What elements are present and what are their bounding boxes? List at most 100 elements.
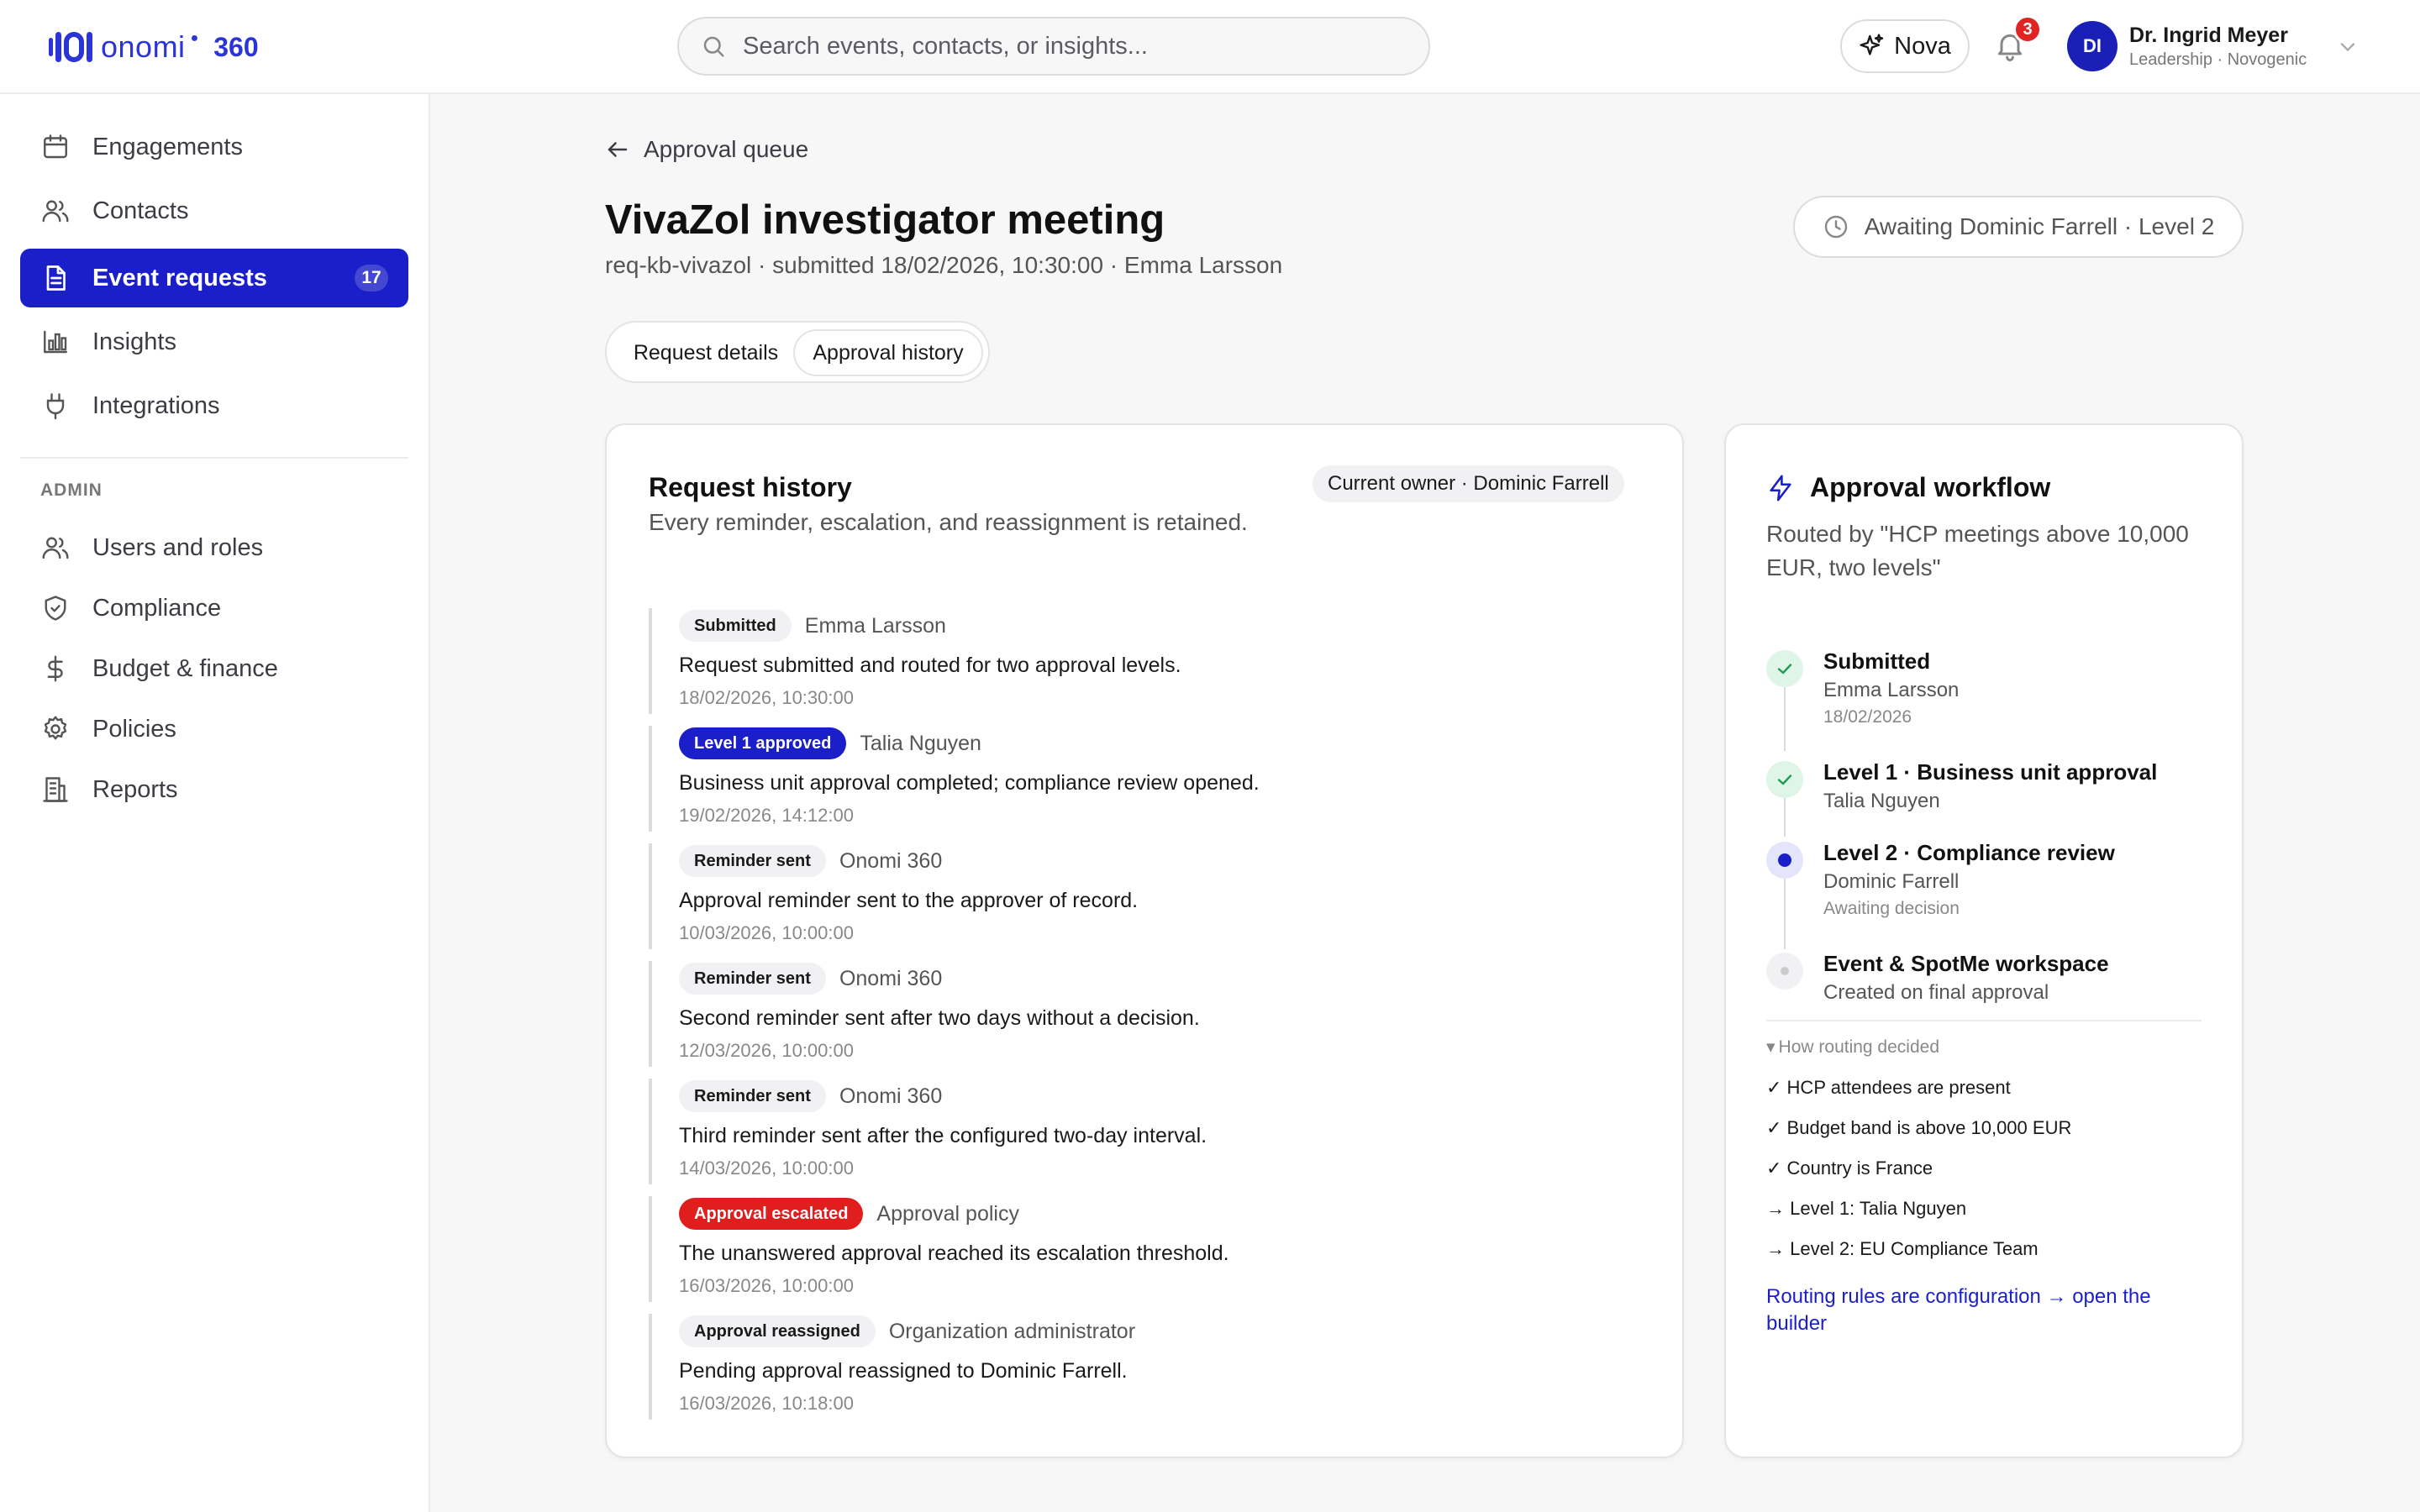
sidebar-item-budget-finance[interactable]: Budget & finance [20,639,408,698]
event-tag: Level 1 approved [679,727,847,759]
approval-workflow-title: Approval workflow [1810,472,2051,502]
calendar-icon [44,134,67,159]
back-to-approval-queue-link[interactable]: Approval queue [605,136,808,163]
triangle-down-icon: ▾ [1766,1037,1776,1057]
sidebar-divider [20,457,408,459]
timeline-entry: Reminder sent Onomi 360 Second reminder s… [649,961,1640,1067]
user-name[interactable]: Dr. Ingrid Meyer [2129,24,2288,48]
gear-icon [44,716,67,740]
event-actor: Onomi 360 [839,966,943,990]
workflow-divider [1766,1020,2202,1021]
avatar[interactable]: DI [2067,21,2118,71]
sidebar-item-label: Integrations [92,391,220,419]
sidebar-item-policies[interactable]: Policies [20,700,408,759]
sparkle-icon [1860,34,1884,55]
timeline-entry: Submitted Emma Larsson Request submitted … [649,608,1640,714]
search-input[interactable] [743,32,1398,60]
event-time: 16/03/2026, 10:18:00 [679,1393,854,1414]
routing-disclosure-toggle[interactable]: ▾ How routing decided [1766,1037,1939,1058]
request-history-title: Request history [649,472,852,502]
sidebar-item-engagements[interactable]: Engagements [20,118,408,176]
routing-rule: → Level 1: Talia Nguyen [1766,1198,1967,1219]
step-title: Event & SpotMe workspace [1823,951,2109,976]
sidebar-item-event-requests[interactable]: Event requests 17 [20,249,408,307]
app-logo[interactable]: onomi ● 360 [49,25,259,69]
step-connector [1784,798,1786,837]
event-tag: Reminder sent [679,963,826,995]
sidebar-item-integrations[interactable]: Integrations [20,376,408,435]
routing-rule: ✓ Budget band is above 10,000 EUR [1766,1117,2072,1138]
routing-rule: → Level 2: EU Compliance Team [1766,1238,2039,1259]
page-title: VivaZol investigator meeting [605,197,1165,243]
tab-approval-history[interactable]: Approval history [793,329,983,376]
logo-suffix: 360 [213,31,259,62]
logo-trademark-dot: ● [190,31,199,45]
event-tag: Reminder sent [679,1080,826,1112]
approval-workflow-header: Approval workflow [1766,472,2050,503]
lightning-icon [1770,475,1791,501]
event-time: 14/03/2026, 10:00:00 [679,1158,854,1179]
event-message: Second reminder sent after two days with… [679,1006,1200,1030]
event-tag: Approval reassigned [679,1315,876,1347]
open-routing-builder-link[interactable]: Routing rules are configuration → open t… [1766,1284,2203,1337]
step-assignee: Created on final approval [1823,981,2049,1004]
users-icon [42,200,69,223]
event-actor: Approval policy [876,1201,1019,1226]
timeline-entry: Reminder sent Onomi 360 Third reminder se… [649,1079,1640,1184]
nova-assistant-button[interactable]: Nova [1840,19,1970,73]
event-actor: Organization administrator [888,1319,1136,1343]
status-label: Awaiting Dominic Farrell · Level 2 [1864,213,2215,239]
step-assignee: Dominic Farrell [1823,870,1960,893]
event-tag: Submitted [679,610,792,642]
status-badge: Awaiting Dominic Farrell · Level 2 [1793,196,2244,258]
sidebar-item-label: Engagements [92,133,243,160]
users-icon [42,537,69,559]
sidebar-item-reports[interactable]: Reports [20,760,408,819]
event-actor: Onomi 360 [839,848,943,873]
document-icon [46,265,66,291]
timeline-entry: Reminder sent Onomi 360 Approval reminder… [649,843,1640,949]
routing-rule: ✓ HCP attendees are present [1766,1077,2011,1098]
sidebar-item-label: Policies [92,715,176,743]
step-connector [1784,687,1786,751]
sidebar-item-contacts[interactable]: Contacts [20,181,408,240]
step-title: Level 1 · Business unit approval [1823,759,2158,785]
page-subtitle: req-kb-vivazol · submitted 18/02/2026, 1… [605,252,1283,278]
current-owner-badge: Current owner · Dominic Farrell [1313,465,1624,502]
arrow-left-icon [608,142,628,157]
shield-icon [45,596,66,621]
event-tag: Reminder sent [679,845,826,877]
event-time: 12/03/2026, 10:00:00 [679,1040,854,1061]
timeline-entry: Approval escalated Approval policy The un… [649,1196,1640,1302]
sidebar-item-label: Budget & finance [92,654,278,682]
sidebar-item-users-and-roles[interactable]: Users and roles [20,518,408,577]
sidebar-item-insights[interactable]: Insights [20,312,408,371]
building-icon [43,777,68,802]
event-tag: Approval escalated [679,1198,864,1230]
search-bar[interactable] [677,17,1430,76]
dollar-icon [47,655,63,682]
sidebar-item-compliance[interactable]: Compliance [20,579,408,638]
logo-text: onomi [101,29,186,64]
tab-request-details[interactable]: Request details [613,329,798,376]
event-message: Third reminder sent after the configured… [679,1124,1207,1147]
routing-rule: ✓ Country is France [1766,1158,1933,1179]
chevron-down-icon[interactable] [2336,35,2360,59]
check-icon [1766,650,1803,687]
tab-bar: Request details Approval history [605,321,990,383]
step-connector [1784,879,1786,949]
event-message: Approval reminder sent to the approver o… [679,889,1139,912]
step-title: Level 2 · Compliance review [1823,840,2115,865]
event-requests-count-badge: 17 [355,265,388,291]
event-time: 10/03/2026, 10:00:00 [679,922,854,943]
top-bar: onomi ● 360 Nova 3 DI Dr. Ingrid Meyer L… [0,0,2420,94]
event-time: 16/03/2026, 10:00:00 [679,1275,854,1296]
plug-icon [46,393,65,420]
event-message: Business unit approval completed; compli… [679,771,1260,795]
event-actor: Onomi 360 [839,1084,943,1108]
request-history-subtitle: Every reminder, escalation, and reassign… [649,509,1248,535]
approval-workflow-description: Routed by "HCP meetings above 10,000 EUR… [1766,521,2189,580]
event-time: 18/02/2026, 10:30:00 [679,687,854,708]
logo-mark-icon [49,32,92,62]
sidebar-item-label: Event requests [92,264,267,291]
